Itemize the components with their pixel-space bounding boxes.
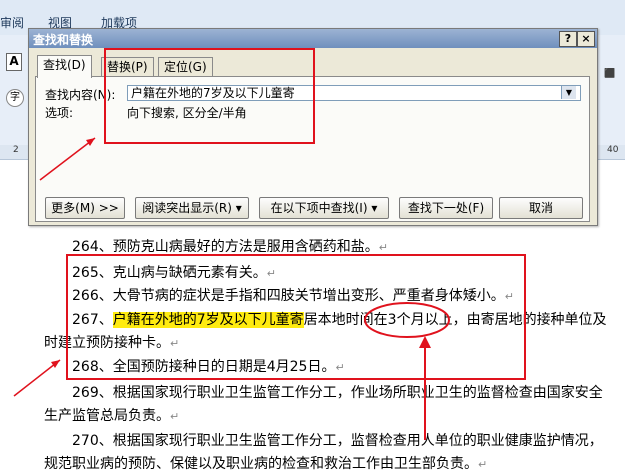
arrowhead-icon bbox=[86, 138, 95, 146]
annotation-arrow bbox=[13, 359, 61, 397]
annotation-overlay bbox=[13, 137, 450, 440]
annotation-arrow bbox=[39, 137, 96, 181]
arrowhead-icon bbox=[419, 336, 431, 348]
annotation-ellipse bbox=[364, 302, 450, 338]
tab-find[interactable]: 查找(D) bbox=[37, 55, 92, 78]
